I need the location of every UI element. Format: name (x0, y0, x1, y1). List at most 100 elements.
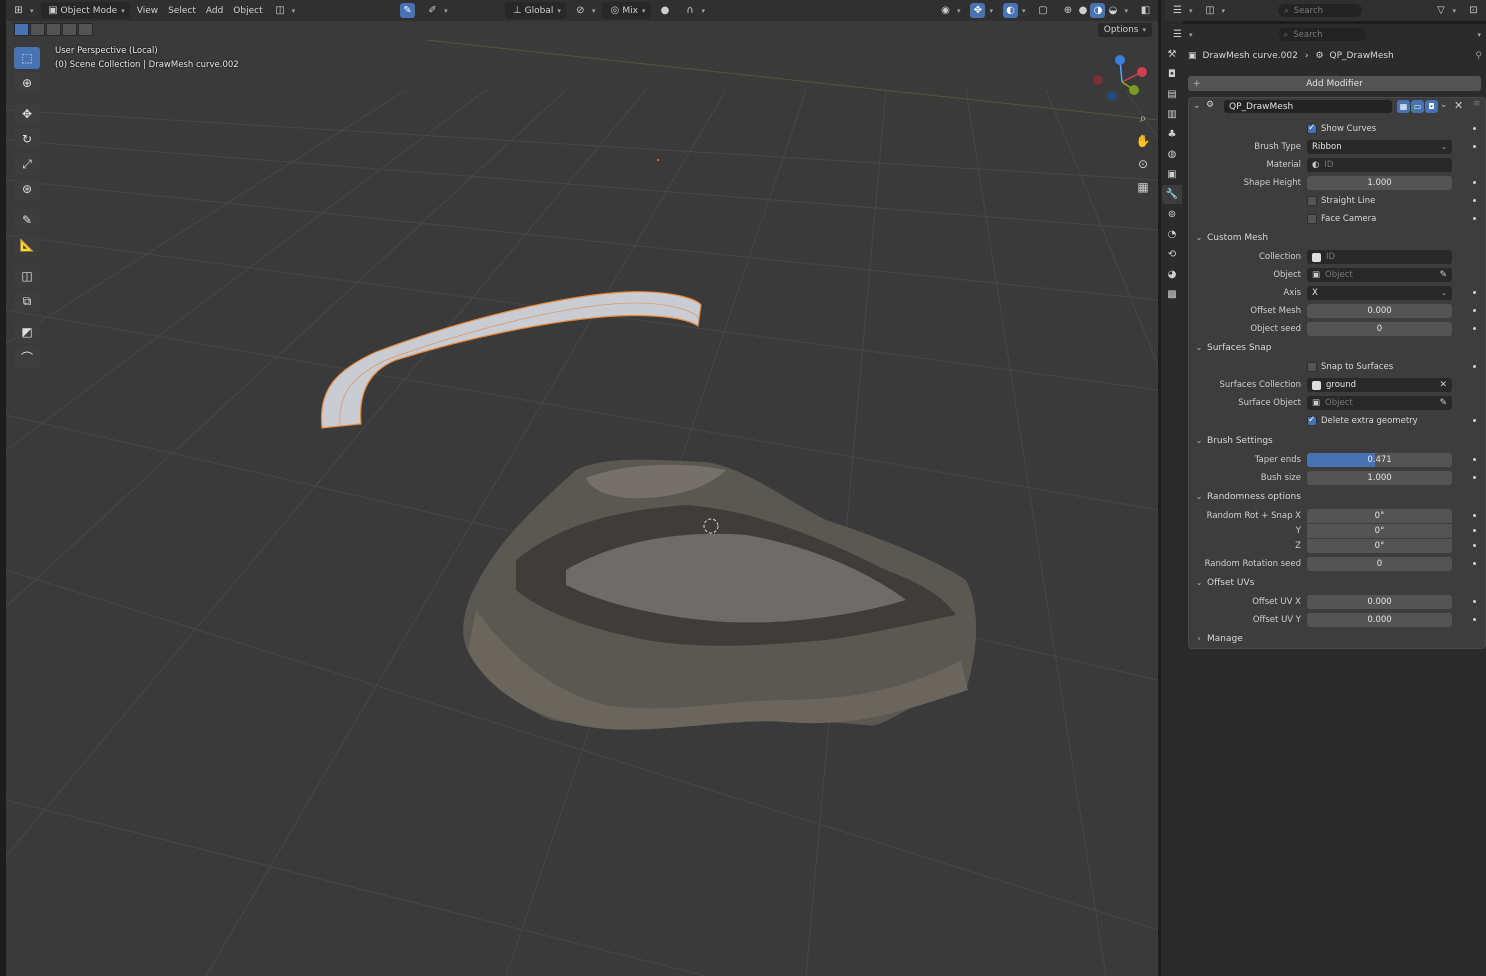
keyframe-dot[interactable] (1473, 199, 1476, 202)
keyframe-dot[interactable] (1473, 181, 1476, 184)
select-new-button[interactable] (14, 23, 29, 36)
add-mesh-tool[interactable]: ⧉ (14, 290, 40, 312)
overlays-toggle[interactable]: ◐ ▾ (998, 2, 1031, 19)
falloff-dropdown[interactable]: ∩ ▾ (678, 2, 711, 19)
select-extend-button[interactable] (30, 23, 45, 36)
filter-dropdown[interactable]: ▽ ▾ (1428, 2, 1461, 19)
transform-orientation-dropdown[interactable]: ⊥ Global ▾ (504, 2, 566, 19)
offset-uv-x-field[interactable]: 0.000 (1307, 595, 1452, 609)
topbar-extra[interactable]: ◧ (1133, 2, 1158, 19)
tab-view-layer[interactable]: ▥ (1162, 105, 1182, 124)
keyframe-dot[interactable] (1473, 529, 1476, 532)
editmode-toggle-icon[interactable]: ▦ (1397, 100, 1410, 113)
tab-object[interactable]: ▣ (1162, 165, 1182, 184)
offset-uvs-section[interactable]: ⌄ Offset UVs (1189, 574, 1485, 591)
menu-view[interactable]: View (132, 2, 163, 19)
shading-buttons[interactable]: ⊕ ● ◑ ◒ ▾ (1055, 2, 1133, 19)
clear-icon[interactable]: ✕ (1439, 380, 1447, 390)
brush-type-dropdown[interactable]: Ribbon ⌄ (1307, 140, 1452, 154)
mode-dropdown[interactable]: ▣ Object Mode ▾ (40, 2, 130, 19)
straight-line-checkbox[interactable] (1307, 196, 1317, 206)
outliner-search-field[interactable]: ⌕ Search (1278, 4, 1363, 17)
pivot-dropdown[interactable]: ⊘ ▾ (568, 2, 601, 19)
new-collection-button[interactable]: ⊡ (1461, 2, 1486, 19)
collection-field[interactable]: ID (1307, 250, 1452, 264)
properties-search-field[interactable]: ⌕ Search (1277, 28, 1366, 41)
gizmo-show-toggle[interactable]: ✥ ▾ (965, 2, 998, 19)
tab-texture[interactable]: ▩ (1162, 285, 1182, 304)
pin-icon[interactable]: ⚲ (1475, 51, 1482, 61)
random-seed-field[interactable]: 0 (1307, 557, 1452, 571)
viewport-display-icon[interactable]: ▭ (1411, 100, 1424, 113)
xray-toggle[interactable]: ▢ (1030, 2, 1055, 19)
keyframe-dot[interactable] (1473, 514, 1476, 517)
keyframe-dot[interactable] (1473, 145, 1476, 148)
snap-to-surfaces-checkbox[interactable] (1307, 362, 1317, 372)
cursor-tool[interactable]: ⊕ (14, 72, 40, 94)
eyedropper-icon[interactable]: ✎ (1439, 270, 1447, 280)
tab-physics[interactable]: ◔ (1162, 225, 1182, 244)
pick-tool[interactable]: ✎ (395, 2, 420, 19)
3d-viewport[interactable]: ⊞ ▾ ▣ Object Mode ▾ View Select Add Object… (6, 0, 1158, 976)
measure-tool[interactable]: 📐 (14, 234, 40, 256)
menu-object[interactable]: Object (228, 2, 267, 19)
scale-tool[interactable]: ⤢ (14, 153, 40, 175)
keyframe-dot[interactable] (1473, 618, 1476, 621)
rotate-tool[interactable]: ↻ (14, 128, 40, 150)
keyframe-dot[interactable] (1473, 291, 1476, 294)
select-invert-button[interactable] (62, 23, 77, 36)
outliner-editor-type[interactable]: ☰ ▾ (1165, 2, 1198, 19)
keyframe-dot[interactable] (1473, 217, 1476, 220)
tab-data[interactable]: ◕ (1162, 265, 1182, 284)
keyframe-dot[interactable] (1473, 127, 1476, 130)
shape-height-field[interactable]: 1.000 (1307, 176, 1452, 190)
visibility-dropdown[interactable]: ◉ ▾ (933, 2, 966, 19)
tab-tool[interactable]: ⚒ (1162, 45, 1182, 64)
keyframe-dot[interactable] (1473, 458, 1476, 461)
keyframe-dot[interactable] (1473, 365, 1476, 368)
keyframe-dot[interactable] (1473, 476, 1476, 479)
random-rot-x-field[interactable]: 0° (1307, 509, 1452, 523)
annotate-tool[interactable]: ✎ (14, 209, 40, 231)
gizmo-toggle[interactable]: ◫ ▾ (268, 2, 301, 19)
tab-render[interactable]: ◘ (1162, 65, 1182, 84)
collapse-chevron-icon[interactable]: ⌄ (1193, 101, 1201, 111)
face-camera-checkbox[interactable] (1307, 214, 1317, 224)
keyframe-dot[interactable] (1473, 327, 1476, 330)
camera-view-icon[interactable]: ⊙ (1133, 154, 1153, 174)
render-display-icon[interactable]: ◘ (1425, 100, 1438, 113)
tab-world[interactable]: ◍ (1162, 145, 1182, 164)
proportional-toggle[interactable]: ● (653, 2, 678, 19)
display-mode-dropdown[interactable]: ◫ ▾ (1198, 2, 1231, 19)
modifier-menu-chevron-icon[interactable]: ⌄ (1440, 100, 1448, 110)
brush-settings-section[interactable]: ⌄ Brush Settings (1189, 432, 1485, 449)
add-cube-tool[interactable]: ◫ (14, 265, 40, 287)
transform-tool[interactable]: ⊛ (14, 178, 40, 200)
bush-size-field[interactable]: 1.000 (1307, 471, 1452, 485)
surfaces-collection-field[interactable]: ground ✕ (1307, 378, 1452, 392)
curve-draw-tool[interactable]: ⌒ (14, 346, 40, 368)
select-subtract-button[interactable] (46, 23, 61, 36)
object-field[interactable]: ▣ Object ✎ (1307, 268, 1452, 282)
drag-handle-icon[interactable]: ≡ (1473, 99, 1481, 109)
taper-ends-slider[interactable]: 0.471 (1307, 453, 1452, 467)
tab-particles[interactable]: ⊚ (1162, 205, 1182, 224)
close-icon[interactable]: ✕ (1454, 99, 1463, 112)
surfaces-snap-section[interactable]: ⌄ Surfaces Snap (1189, 339, 1485, 356)
axis-dropdown[interactable]: X ⌄ (1307, 286, 1452, 300)
tab-modifiers[interactable]: 🔧 (1162, 185, 1182, 204)
eyedropper-icon[interactable]: ✎ (1439, 398, 1447, 408)
snap-dropdown[interactable]: ◎ Mix ▾ (602, 2, 651, 19)
navigation-gizmo[interactable] (1090, 52, 1154, 104)
move-tool[interactable]: ✥ (14, 103, 40, 125)
keyframe-dot[interactable] (1473, 309, 1476, 312)
surface-object-field[interactable]: ▣ Object ✎ (1307, 396, 1452, 410)
offset-uv-y-field[interactable]: 0.000 (1307, 613, 1452, 627)
editor-type-button[interactable]: ⊞ ▾ (6, 2, 39, 19)
options-button[interactable]: Options ▾ (1097, 23, 1152, 37)
tab-output[interactable]: ▤ (1162, 85, 1182, 104)
object-seed-field[interactable]: 0 (1307, 322, 1452, 336)
custom-mesh-section[interactable]: ⌄ Custom Mesh (1189, 229, 1485, 246)
menu-add[interactable]: Add (201, 2, 228, 19)
manage-section[interactable]: › Manage (1189, 630, 1485, 647)
